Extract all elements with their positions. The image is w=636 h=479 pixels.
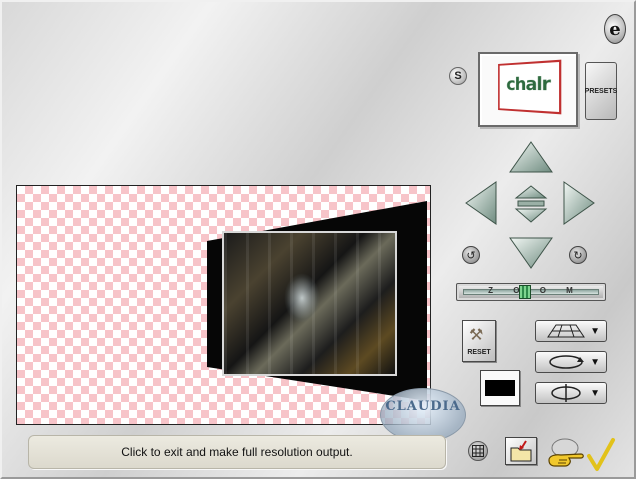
chevron-down-icon: ▼ xyxy=(590,356,600,368)
folder-icon xyxy=(510,440,532,462)
save-preset-button[interactable]: S xyxy=(449,67,467,85)
perspective-image xyxy=(222,231,397,376)
arrow-up-icon xyxy=(509,141,553,173)
center-pad-button[interactable] xyxy=(512,184,550,224)
zoom-label: Z O O M xyxy=(488,286,582,295)
preset-thumb-frame: chalr xyxy=(498,59,562,115)
ok-button[interactable] xyxy=(545,436,617,472)
rotate-loop-icon xyxy=(549,355,584,369)
status-bar[interactable]: Click to exit and make full resolution o… xyxy=(28,435,446,469)
hammer-icon: ⚒ xyxy=(469,327,484,344)
reset-label: RESET xyxy=(467,349,491,356)
axis-mode-dropdown[interactable]: ▼ xyxy=(535,382,607,404)
grid-icon xyxy=(472,445,484,457)
chevron-down-icon: ▼ xyxy=(590,387,600,399)
arrow-down-icon xyxy=(509,237,553,269)
zoom-slider[interactable]: Z O O M xyxy=(456,283,606,301)
checkmark-icon xyxy=(587,438,615,471)
pointing-hand-icon xyxy=(548,453,584,467)
arrow-left-icon xyxy=(465,181,497,225)
zoom-knob[interactable] xyxy=(519,285,531,299)
mini-preview-image xyxy=(485,380,515,396)
perspective-grid-icon xyxy=(547,324,585,338)
mini-preview[interactable] xyxy=(480,370,520,406)
grid-mode-dropdown[interactable]: ▼ xyxy=(535,320,607,342)
preset-thumbnail[interactable]: chalr xyxy=(478,52,578,127)
preview-canvas[interactable] xyxy=(16,185,431,425)
export-folder-button[interactable] xyxy=(505,437,537,465)
axis-rotate-icon xyxy=(551,384,581,402)
reset-button[interactable]: ⚒ RESET xyxy=(462,320,496,362)
arrow-down-button[interactable] xyxy=(508,236,554,270)
rotate-right-button[interactable]: ↻ xyxy=(569,246,587,264)
arrow-left-button[interactable] xyxy=(464,180,498,226)
arrow-right-icon xyxy=(563,181,595,225)
grid-toggle-button[interactable] xyxy=(468,441,488,461)
preset-thumb-text: chalr xyxy=(506,73,550,96)
arrow-right-button[interactable] xyxy=(562,180,596,226)
arrow-up-button[interactable] xyxy=(508,140,554,174)
app-logo: e xyxy=(604,14,626,44)
center-pad-icon xyxy=(514,185,548,223)
rotate-right-icon: ↻ xyxy=(573,249,583,262)
presets-button[interactable]: PRESETS xyxy=(585,62,617,120)
rotate-left-icon: ↺ xyxy=(466,249,476,262)
rotate-mode-dropdown[interactable]: ▼ xyxy=(535,351,607,373)
ok-controls xyxy=(548,438,615,471)
image-highlight xyxy=(284,273,320,323)
watermark-badge: CLAUDIA xyxy=(380,388,466,442)
watermark-text: CLAUDIA xyxy=(385,399,461,414)
chevron-down-icon: ▼ xyxy=(590,325,600,337)
rotate-left-button[interactable]: ↺ xyxy=(462,246,480,264)
